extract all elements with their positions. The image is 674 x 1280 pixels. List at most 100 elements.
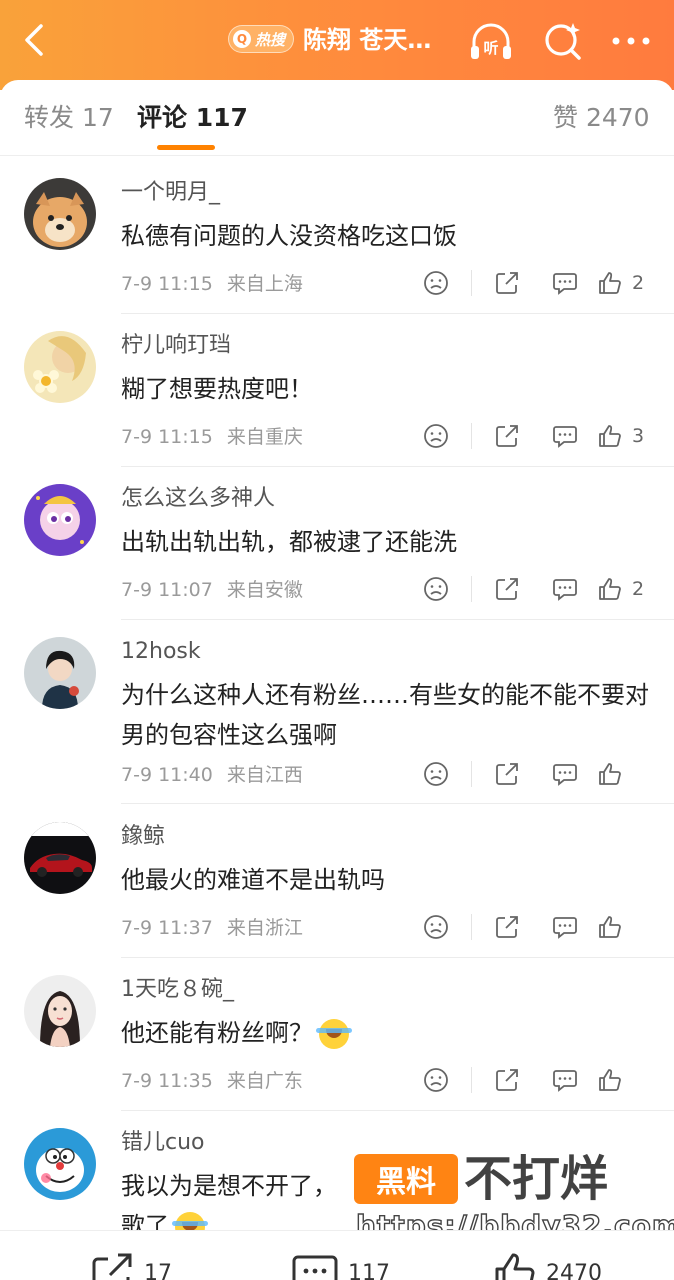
dislike-button[interactable] [407, 1065, 465, 1095]
avatar[interactable] [24, 178, 96, 250]
avatar[interactable] [24, 1128, 96, 1200]
reply-button[interactable] [536, 268, 594, 298]
comment-username[interactable]: 错儿cuo [121, 1128, 205, 1158]
listen-label: 听 [483, 39, 498, 57]
comment-actions: 3 [407, 421, 652, 451]
like-count-total: 2470 [546, 1260, 602, 1280]
comment-bubble-icon [553, 579, 577, 601]
reply-button[interactable] [536, 574, 594, 604]
comment-meta: 7-9 11:07 来自安徽 [121, 576, 303, 604]
comment-time: 7-9 11:40 [121, 764, 213, 786]
avatar[interactable] [24, 822, 96, 894]
comment-username[interactable]: 12hosk [121, 637, 201, 667]
share-button[interactable] [478, 574, 536, 604]
back-button[interactable] [14, 18, 54, 62]
reply-button[interactable] [536, 759, 594, 789]
tab-reposts[interactable]: 转发 17 [24, 100, 114, 136]
like-button[interactable]: 2 [594, 577, 652, 601]
bottom-comment-button[interactable]: 117 [292, 1253, 390, 1280]
tab-comments[interactable]: 评论 117 [137, 100, 248, 136]
more-dots-icon [612, 37, 650, 45]
frown-icon [424, 271, 448, 295]
like-count: 2 [632, 578, 645, 600]
thumbs-up-icon [599, 916, 621, 938]
comment-username[interactable]: 1天吃８碗_ [121, 975, 234, 1005]
comment-divider [121, 313, 674, 314]
comment-username[interactable]: 柠儿响玎珰 [121, 331, 231, 361]
share-button[interactable] [478, 759, 536, 789]
action-divider [471, 270, 472, 296]
comment-divider [121, 803, 674, 804]
watermark-logo: 黑料 [354, 1154, 458, 1204]
reply-button[interactable] [536, 912, 594, 942]
share-button[interactable] [478, 268, 536, 298]
sparkle-search-icon [545, 23, 581, 60]
comment-location: 来自江西 [226, 764, 303, 786]
thumbs-up-icon [495, 1253, 535, 1280]
comment-username[interactable]: 怎么这么多神人 [121, 484, 275, 514]
like-button[interactable] [594, 915, 652, 939]
avatar[interactable] [24, 975, 96, 1047]
comment-actions [407, 912, 652, 942]
hot-badge-label: 热搜 [255, 30, 286, 49]
share-icon [496, 763, 518, 785]
dislike-button[interactable] [407, 759, 465, 789]
comment-text: 为什么这种人还有粉丝……有些女的能不能不要对男的包容性这么强啊 [121, 681, 649, 749]
more-button[interactable] [608, 18, 654, 64]
share-button[interactable] [478, 421, 536, 451]
comment-bubble-icon [553, 426, 577, 448]
comment-meta: 7-9 11:35 来自广东 [121, 1067, 303, 1095]
dislike-button[interactable] [407, 421, 465, 451]
share-icon [496, 578, 518, 600]
share-button[interactable] [478, 1065, 536, 1095]
laughing-crying-emoji-icon [316, 1019, 352, 1049]
share-button[interactable] [478, 912, 536, 942]
dislike-button[interactable] [407, 268, 465, 298]
frown-icon [424, 915, 448, 939]
comment-time: 7-9 11:37 [121, 917, 213, 939]
avatar[interactable] [24, 331, 96, 403]
comment-bubble-icon [553, 1070, 577, 1092]
action-divider [471, 576, 472, 602]
comment-actions: 2 [407, 574, 652, 604]
comment-username[interactable]: 一个明月_ [121, 178, 220, 208]
avatar[interactable] [24, 484, 96, 556]
bottom-like-button[interactable]: 2470 [494, 1253, 602, 1280]
comment-bubble-icon [553, 917, 577, 939]
comment-actions [407, 1065, 652, 1095]
like-button[interactable]: 3 [594, 424, 652, 448]
page-title[interactable]: 陈翔 苍天… [303, 22, 448, 58]
top-header: Q 热搜 陈翔 苍天… 听 [0, 0, 674, 90]
comment-bubble-icon [553, 273, 577, 295]
frown-icon [424, 424, 448, 448]
frown-icon [424, 1068, 448, 1092]
action-divider [471, 1067, 472, 1093]
comment-location: 来自浙江 [226, 917, 303, 939]
ai-search-button[interactable] [540, 18, 586, 64]
like-button[interactable] [594, 1068, 652, 1092]
hot-search-badge[interactable]: Q 热搜 [228, 25, 295, 53]
bottom-repost-button[interactable]: 17 [90, 1253, 172, 1280]
dislike-button[interactable] [407, 912, 465, 942]
comment-location: 来自安徽 [226, 579, 303, 601]
comment-text-content: 他还能有粉丝啊？ [121, 1019, 313, 1047]
comment-actions [407, 759, 652, 789]
comment-username[interactable]: 鐌鲸 [121, 822, 165, 852]
like-button[interactable]: 2 [594, 271, 652, 295]
thumbs-up-icon [599, 425, 621, 447]
comment-time: 7-9 11:07 [121, 579, 213, 601]
avatar[interactable] [24, 637, 96, 709]
comment-location: 来自广东 [226, 1070, 303, 1092]
like-button[interactable] [594, 762, 652, 786]
reply-button[interactable] [536, 421, 594, 451]
tab-likes[interactable]: 赞 2470 [553, 100, 650, 136]
comment-icon [292, 1255, 338, 1280]
listen-button[interactable]: 听 [468, 18, 514, 64]
search-icon: Q [233, 30, 251, 48]
tab-bar: 转发 17 评论 117 赞 2470 [0, 80, 674, 156]
dislike-button[interactable] [407, 574, 465, 604]
reply-button[interactable] [536, 1065, 594, 1095]
thumbs-up-icon [599, 272, 621, 294]
thumbs-up-icon [599, 1069, 621, 1091]
action-divider [471, 761, 472, 787]
